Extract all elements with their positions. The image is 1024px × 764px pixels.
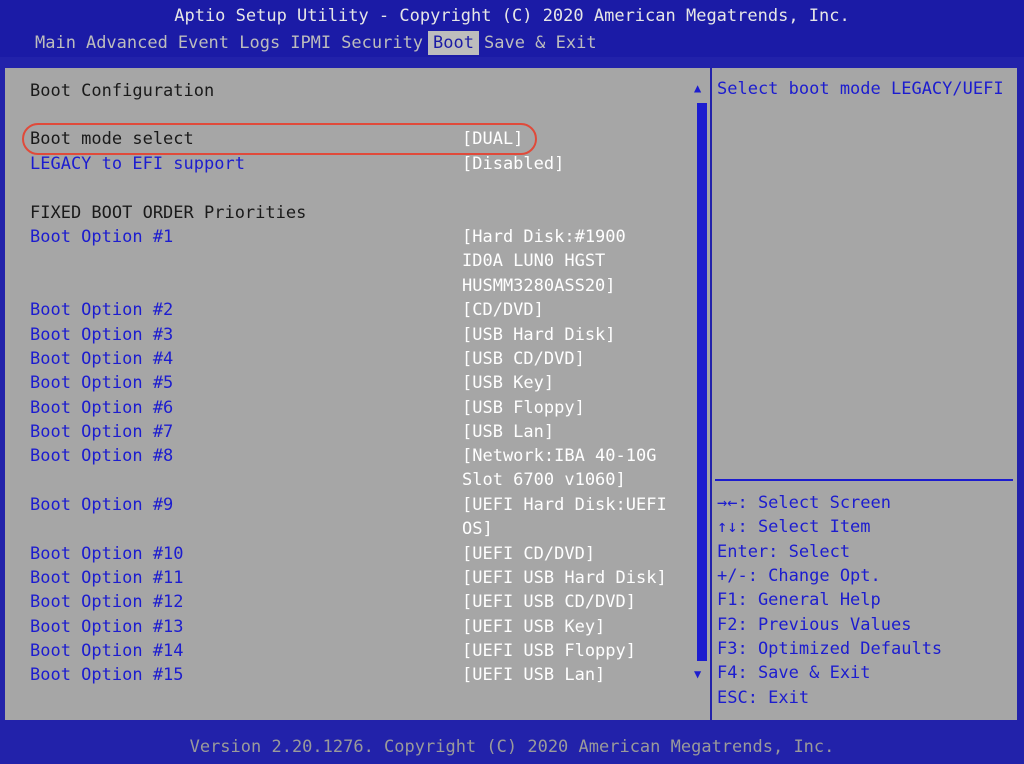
boot-option-5-label[interactable]: Boot Option #5 [30,371,173,395]
boot-option-7-value[interactable]: [USB Lan] [462,420,554,444]
boot-option-2-value[interactable]: [CD/DVD] [462,298,544,322]
settings-pane: Boot Configuration Boot mode select [DUA… [5,69,711,719]
boot-option-7-label[interactable]: Boot Option #7 [30,420,173,444]
boot-option-12-label[interactable]: Boot Option #12 [30,590,184,614]
boot-option-6-value[interactable]: [USB Floppy] [462,396,585,420]
help-text: Select boot mode LEGACY/UEFI [717,79,1004,99]
boot-option-13-value[interactable]: [UEFI USB Key] [462,615,605,639]
scrollbar-thumb[interactable] [697,103,707,661]
key-f1: F1: General Help [717,590,881,610]
key-f4: F4: Save & Exit [717,663,871,683]
boot-option-12-value[interactable]: [UEFI USB CD/DVD] [462,590,636,614]
tab-advanced[interactable]: Advanced [81,31,173,55]
scroll-down-icon[interactable]: ▼ [694,667,701,681]
key-change-opt: +/-: Change Opt. [717,566,881,586]
boot-option-3-label[interactable]: Boot Option #3 [30,323,173,347]
tab-main[interactable]: Main [30,31,81,55]
key-enter: Enter: Select [717,542,851,562]
tab-save-exit[interactable]: Save & Exit [479,31,602,55]
key-esc: ESC: Exit [717,688,810,708]
footer-version: Version 2.20.1276. Copyright (C) 2020 Am… [189,737,835,757]
boot-option-13-label[interactable]: Boot Option #13 [30,615,184,639]
boot-option-9-label[interactable]: Boot Option #9 [30,493,173,517]
legacy-efi-label[interactable]: LEGACY to EFI support [30,152,245,176]
boot-option-9-value[interactable]: [UEFI Hard Disk:UEFI OS] [462,493,667,542]
boot-option-6-label[interactable]: Boot Option #6 [30,396,173,420]
boot-option-4-label[interactable]: Boot Option #4 [30,347,173,371]
help-pane: Select boot mode LEGACY/UEFI →←: Select … [712,69,1017,719]
scroll-up-icon[interactable]: ▲ [694,81,701,95]
key-select-item: ↑↓: Select Item [717,517,871,537]
boot-option-15-label[interactable]: Boot Option #15 [30,663,184,687]
tab-bar: Main Advanced Event Logs IPMI Security B… [30,31,602,55]
boot-option-4-value[interactable]: [USB CD/DVD] [462,347,585,371]
boot-option-11-label[interactable]: Boot Option #11 [30,566,184,590]
boot-mode-value[interactable]: [DUAL] [462,127,523,151]
boot-option-8-value[interactable]: [Network:IBA 40-10G Slot 6700 v1060] [462,444,656,493]
header-bar: Aptio Setup Utility - Copyright (C) 2020… [0,0,1024,57]
boot-option-5-value[interactable]: [USB Key] [462,371,554,395]
priorities-title: FIXED BOOT ORDER Priorities [30,203,307,223]
boot-option-10-value[interactable]: [UEFI CD/DVD] [462,542,595,566]
section-title: Boot Configuration [30,81,215,101]
tab-boot[interactable]: Boot [428,31,479,55]
tab-security[interactable]: Security [336,31,428,55]
help-separator [715,479,1013,481]
boot-option-15-value[interactable]: [UEFI USB Lan] [462,663,605,687]
key-select-screen: →←: Select Screen [717,493,891,513]
boot-option-14-label[interactable]: Boot Option #14 [30,639,184,663]
tab-ipmi[interactable]: IPMI [285,31,336,55]
boot-option-14-value[interactable]: [UEFI USB Floppy] [462,639,636,663]
boot-option-1-value[interactable]: [Hard Disk:#1900 ID0A LUN0 HGST HUSMM328… [462,225,626,298]
key-f2: F2: Previous Values [717,615,912,635]
boot-option-8-label[interactable]: Boot Option #8 [30,444,173,468]
tab-event-logs[interactable]: Event Logs [173,31,285,55]
legacy-efi-value[interactable]: [Disabled] [462,152,564,176]
boot-mode-label[interactable]: Boot mode select [30,127,194,151]
app-title: Aptio Setup Utility - Copyright (C) 2020… [174,6,850,26]
boot-option-2-label[interactable]: Boot Option #2 [30,298,173,322]
key-f3: F3: Optimized Defaults [717,639,943,659]
boot-option-3-value[interactable]: [USB Hard Disk] [462,323,616,347]
boot-option-1-label[interactable]: Boot Option #1 [30,225,173,249]
boot-option-10-label[interactable]: Boot Option #10 [30,542,184,566]
boot-option-11-value[interactable]: [UEFI USB Hard Disk] [462,566,667,590]
